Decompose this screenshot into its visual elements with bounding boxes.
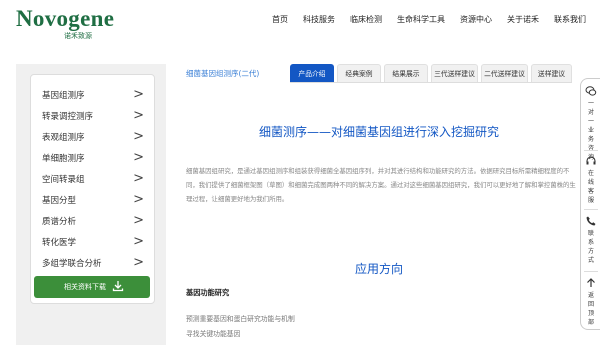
sidebar-item-genotyping[interactable]: 基因分型 > (42, 192, 144, 207)
divider (584, 209, 598, 210)
sidebar-item-label: 质谱分析 (42, 217, 77, 227)
logo-subtitle: 诺禾致源 (64, 32, 92, 40)
nav-item-resources[interactable]: 资源中心 (460, 14, 492, 25)
tab-product-intro[interactable]: 产品介绍 (290, 64, 334, 82)
chevron-right-icon: > (133, 213, 144, 228)
list-item: 预测重要基因和蛋白研究功能与机制 (186, 315, 295, 323)
online-service-label[interactable]: 在线客服 (586, 169, 596, 205)
tab-cases[interactable]: 经典案例 (337, 64, 381, 82)
download-button[interactable]: 相关资料下载 (34, 276, 150, 298)
nav-item-clinical[interactable]: 临床检测 (350, 14, 382, 25)
sidebar-item-label: 转化医学 (42, 238, 77, 248)
sidebar-item-label: 多组学联合分析 (42, 259, 102, 269)
site-header: Novogene 诺禾致源 首页 科技服务 临床检测 生命科学工具 资源中心 关… (0, 0, 600, 56)
chevron-right-icon: > (133, 108, 144, 123)
sidebar-item-transcriptome[interactable]: 转录调控测序 > (42, 108, 144, 123)
tab-ngs-sample[interactable]: 二代送样建议 (481, 64, 528, 82)
sidebar-item-label: 基因分型 (42, 196, 77, 206)
chevron-right-icon: > (133, 234, 144, 249)
sidebar-menu: 基因组测序 > 转录调控测序 > 表观组测序 > 单细胞测序 > 空间转录组 > 基因分型… (30, 74, 155, 304)
download-icon (112, 281, 124, 292)
sidebar-item-multi-omics[interactable]: 多组学联合分析 > (42, 255, 144, 270)
sidebar-item-single-cell[interactable]: 单细胞测序 > (42, 150, 144, 165)
nav-item-contact[interactable]: 联系我们 (554, 14, 586, 25)
floating-toolbar: 一对一业务咨询 在线客服 联系方式 返回顶部 (580, 78, 600, 330)
tab-tgs-sample[interactable]: 三代送样建议 (431, 64, 478, 82)
sidebar-item-label: 空间转录组 (42, 175, 85, 185)
chevron-right-icon: > (133, 255, 144, 270)
tab-sample-advice[interactable]: 送样建议 (531, 64, 572, 82)
sidebar-item-label: 单细胞测序 (42, 154, 85, 164)
nav-item-about[interactable]: 关于诺禾 (507, 14, 539, 25)
consult-label[interactable]: 一对一业务咨询 (586, 99, 596, 161)
chevron-right-icon: > (133, 192, 144, 207)
sidebar-item-mass-spec[interactable]: 质谱分析 > (42, 213, 144, 228)
section-heading: 应用方向 (354, 262, 403, 276)
headset-icon[interactable] (585, 155, 597, 167)
list-item: 寻找关键功能基因 (186, 330, 241, 338)
nav-item-home[interactable]: 首页 (272, 14, 288, 25)
chevron-right-icon: > (133, 171, 144, 186)
main-nav: 首页 科技服务 临床检测 生命科学工具 资源中心 关于诺禾 联系我们 (272, 14, 600, 25)
sidebar-item-translational[interactable]: 转化医学 > (42, 234, 144, 249)
breadcrumb[interactable]: 细菌基因组测序(二代) (186, 68, 259, 79)
chevron-right-icon: > (133, 87, 144, 102)
sidebar-item-genome[interactable]: 基因组测序 > (42, 87, 144, 102)
tab-results[interactable]: 结果展示 (384, 64, 428, 82)
divider (584, 271, 598, 272)
intro-paragraph: 细菌基因组研究，是通过基因组测序和组装获得细菌全基因组序列，并对其进行结构和功能… (186, 167, 576, 203)
phone-icon[interactable] (585, 215, 597, 227)
back-to-top-label[interactable]: 返回顶部 (586, 291, 596, 327)
sidebar-item-label: 表观组测序 (42, 133, 85, 143)
nav-item-services[interactable]: 科技服务 (303, 14, 335, 25)
sidebar-item-spatial[interactable]: 空间转录组 > (42, 171, 144, 186)
chevron-right-icon: > (133, 129, 144, 144)
tab-divider (290, 82, 572, 83)
arrow-up-icon[interactable] (585, 277, 597, 289)
sidebar-item-label: 基因组测序 (42, 91, 85, 101)
subheading: 基因功能研究 (186, 288, 230, 297)
sidebar-item-epigenome[interactable]: 表观组测序 > (42, 129, 144, 144)
page-title: 细菌测序——对细菌基因组进行深入挖掘研究 (258, 125, 499, 139)
wechat-icon[interactable] (585, 85, 597, 97)
contact-label[interactable]: 联系方式 (586, 229, 596, 265)
divider (584, 150, 598, 151)
download-label: 相关资料下载 (64, 283, 106, 291)
nav-item-tools[interactable]: 生命科学工具 (397, 14, 445, 25)
chevron-right-icon: > (133, 150, 144, 165)
logo[interactable]: Novogene (16, 6, 114, 32)
sidebar-item-label: 转录调控测序 (42, 112, 94, 122)
